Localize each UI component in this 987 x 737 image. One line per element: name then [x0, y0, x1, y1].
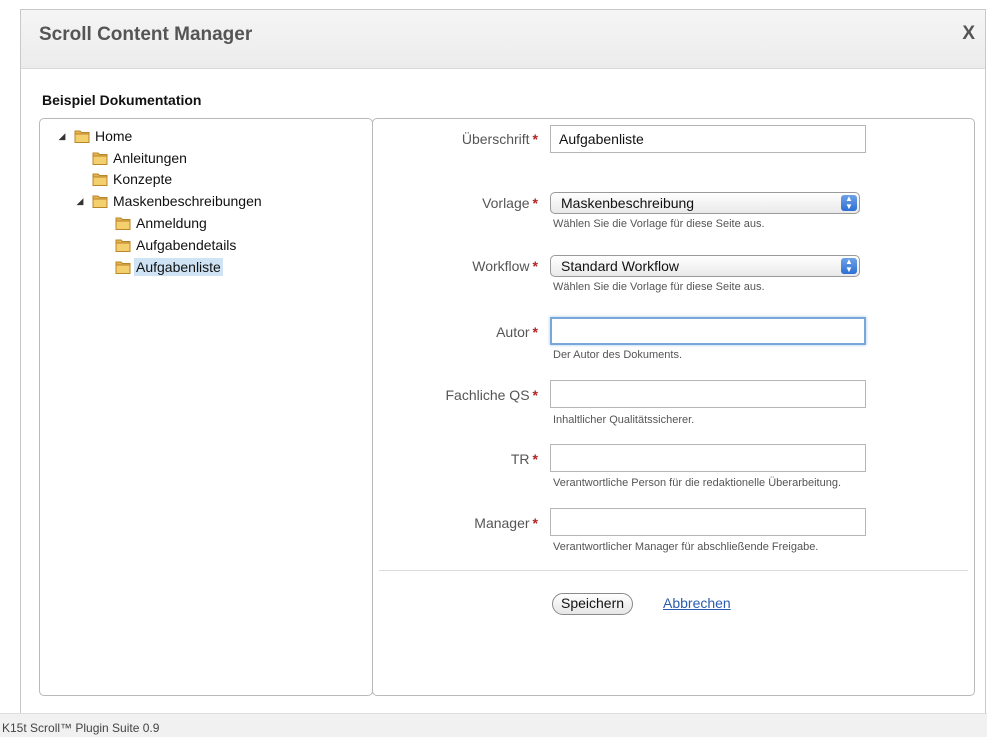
qa-input[interactable]: [550, 380, 866, 408]
tree-node-label: Konzepte: [113, 171, 173, 187]
page-properties-form: Überschrift* Vorlage* Maskenbeschreibung…: [372, 118, 975, 696]
tree-node-label: Anmeldung: [136, 215, 207, 231]
cancel-link[interactable]: Abbrechen: [663, 595, 731, 611]
space-title: Beispiel Dokumentation: [42, 92, 202, 108]
required-marker: *: [532, 451, 538, 467]
select-arrows-icon: ▲ ▼: [841, 258, 857, 274]
tr-label: TR *: [510, 451, 538, 467]
manager-hint: Verantwortlicher Manager für abschließen…: [553, 541, 819, 553]
tree-node-home[interactable]: ◢ Home: [56, 126, 134, 146]
folder-icon: [115, 259, 131, 275]
tr-hint: Verantwortliche Person für die redaktion…: [553, 477, 841, 489]
expanded-triangle-icon[interactable]: ◢: [56, 131, 68, 142]
folder-icon: [74, 128, 90, 144]
template-label: Vorlage *: [482, 195, 538, 211]
workflow-select-value: Standard Workflow: [561, 258, 680, 274]
author-label: Autor *: [496, 324, 538, 340]
required-marker: *: [532, 258, 538, 274]
tree-node-konzepte[interactable]: Konzepte: [92, 169, 174, 189]
heading-label: Überschrift *: [461, 131, 538, 147]
form-divider: [379, 570, 968, 571]
tree-node-label: Home: [95, 128, 133, 144]
workflow-select[interactable]: Standard Workflow ▲ ▼: [550, 255, 860, 277]
dialog: Scroll Content Manager X Beispiel Dokume…: [20, 9, 986, 736]
qa-label: Fachliche QS *: [445, 387, 539, 403]
tree-node-label: Maskenbeschreibungen: [113, 193, 262, 209]
folder-icon: [92, 171, 108, 187]
tree-node-aufgabendetails[interactable]: Aufgabendetails: [115, 235, 238, 255]
author-hint: Der Autor des Dokuments.: [553, 349, 683, 361]
tr-input[interactable]: [550, 444, 866, 472]
folder-icon: [92, 150, 108, 166]
required-marker: *: [532, 324, 538, 340]
dialog-title: Scroll Content Manager: [39, 24, 253, 45]
tree-node-anmeldung[interactable]: Anmeldung: [115, 213, 209, 233]
workflow-label: Workflow *: [472, 258, 538, 274]
tree-node-maskenbeschreibungen[interactable]: ◢ Maskenbeschreibungen: [74, 191, 264, 211]
template-select-value: Maskenbeschreibung: [561, 195, 695, 211]
close-button[interactable]: X: [962, 23, 975, 45]
manager-input[interactable]: [550, 508, 866, 536]
workflow-hint: Wählen Sie die Vorlage für diese Seite a…: [553, 281, 765, 293]
required-marker: *: [532, 195, 538, 211]
qa-hint: Inhaltlicher Qualitätssicherer.: [553, 414, 695, 426]
save-button[interactable]: Speichern: [552, 593, 634, 615]
folder-icon: [115, 237, 131, 253]
tree-node-label: Aufgabendetails: [136, 237, 237, 253]
required-marker: *: [532, 387, 538, 403]
expanded-triangle-icon[interactable]: ◢: [74, 196, 86, 207]
required-marker: *: [532, 131, 538, 147]
tree-node-label: Aufgabenliste: [134, 258, 223, 276]
folder-icon: [115, 215, 131, 231]
tree-node-anleitungen[interactable]: Anleitungen: [92, 148, 189, 168]
select-arrows-icon: ▲ ▼: [841, 195, 857, 211]
tree-node-aufgabenliste[interactable]: Aufgabenliste: [115, 257, 223, 277]
footer: K15t Scroll™ Plugin Suite 0.9: [0, 713, 987, 737]
template-select[interactable]: Maskenbeschreibung ▲ ▼: [550, 192, 860, 214]
heading-input[interactable]: [550, 125, 866, 153]
tree-node-label: Anleitungen: [113, 150, 187, 166]
dialog-titlebar: Scroll Content Manager X: [21, 10, 985, 69]
manager-label: Manager *: [474, 515, 538, 531]
folder-icon: [92, 193, 108, 209]
required-marker: *: [532, 515, 538, 531]
author-input[interactable]: [550, 317, 866, 345]
template-hint: Wählen Sie die Vorlage für diese Seite a…: [553, 218, 765, 230]
page-tree-panel: ◢ Home Anleitungen Konzepte ◢ Maskenbesc…: [39, 118, 373, 696]
footer-text: K15t Scroll™ Plugin Suite 0.9: [2, 721, 160, 735]
